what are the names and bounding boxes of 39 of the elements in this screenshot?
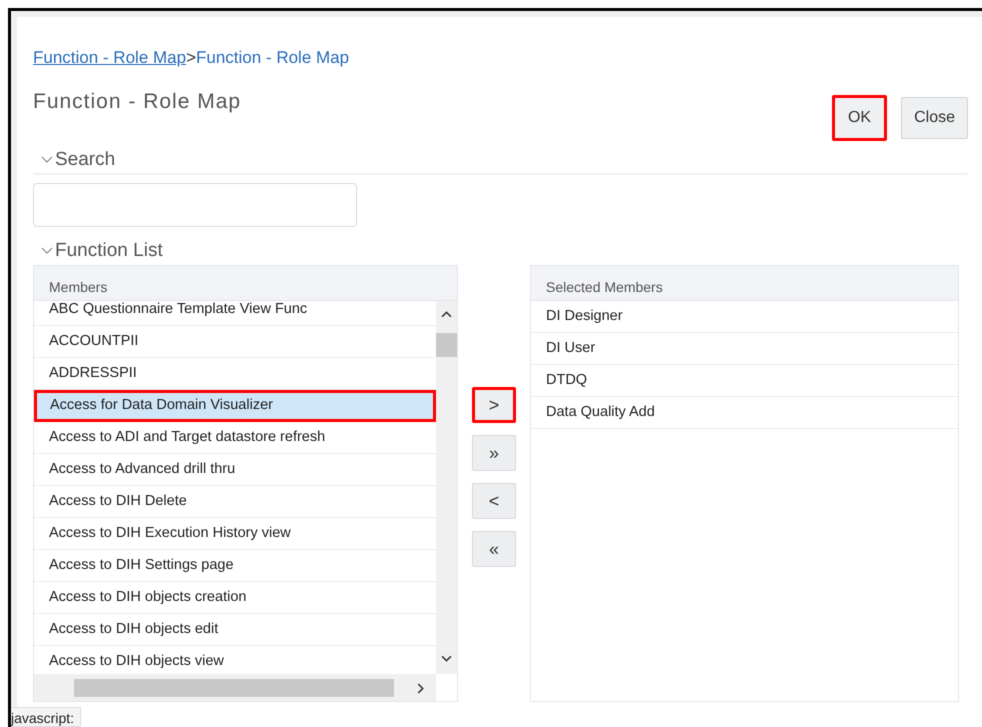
page-title: Function - Role Map: [33, 89, 242, 115]
breadcrumb-separator: >: [186, 48, 196, 67]
list-item[interactable]: ACCOUNTPII: [34, 326, 436, 358]
list-item[interactable]: DI User: [531, 333, 958, 365]
list-item[interactable]: DTDQ: [531, 365, 958, 397]
scrollbar-thumb[interactable]: [74, 679, 394, 697]
list-item[interactable]: Data Quality Add: [531, 397, 958, 429]
status-tooltip: javascript:: [11, 707, 82, 727]
list-item[interactable]: DI Designer: [531, 301, 958, 333]
list-item[interactable]: Access for Data Domain Visualizer: [34, 390, 436, 422]
vertical-scrollbar[interactable]: [436, 301, 457, 674]
list-item[interactable]: Access to DIH objects creation: [34, 582, 436, 614]
breadcrumb-current: Function - Role Map: [196, 48, 350, 67]
column-header: Selected Members: [530, 265, 959, 301]
move-button[interactable]: >: [472, 387, 516, 423]
breadcrumb-link[interactable]: Function - Role Map: [33, 48, 186, 67]
search-field[interactable]: [33, 183, 357, 227]
move-button[interactable]: <: [472, 483, 516, 519]
scroll-up-icon[interactable]: [441, 311, 452, 318]
list-item[interactable]: ABC Questionnaire Template View Func: [34, 301, 436, 326]
move-button[interactable]: »: [472, 435, 516, 471]
list-item[interactable]: Access to ADI and Target datastore refresh: [34, 422, 436, 454]
scrollbar-thumb[interactable]: [436, 333, 457, 357]
list-item[interactable]: Access to DIH Settings page: [34, 550, 436, 582]
list-item[interactable]: Access to DIH Delete: [34, 486, 436, 518]
move-button[interactable]: «: [472, 531, 516, 567]
scroll-right-icon[interactable]: [417, 683, 424, 694]
list-item[interactable]: Access to DIH Execution History view: [34, 518, 436, 550]
section-toggle[interactable]: Function List: [33, 240, 163, 262]
chevron-icon: [41, 156, 53, 164]
section-toggle[interactable]: Search: [33, 149, 116, 171]
column-header: Members: [33, 265, 458, 301]
list-item[interactable]: Access to DIH objects edit: [34, 614, 436, 646]
horizontal-scrollbar[interactable]: [34, 674, 436, 701]
list-item[interactable]: Access to Advanced drill thru: [34, 454, 436, 486]
close-button[interactable]: Close: [901, 97, 968, 139]
scroll-down-icon[interactable]: [441, 655, 452, 662]
ok-button[interactable]: OK: [832, 95, 888, 141]
chevron-icon: [41, 247, 53, 255]
